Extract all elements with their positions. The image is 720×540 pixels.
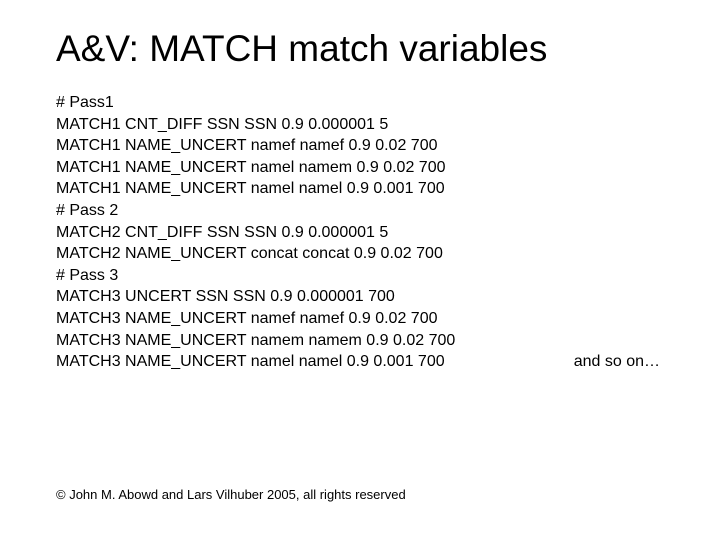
code-line: # Pass1 bbox=[56, 92, 680, 114]
code-line: MATCH3 UNCERT SSN SSN 0.9 0.000001 700 bbox=[56, 286, 680, 308]
last-row: MATCH3 NAME_UNCERT namel namel 0.9 0.001… bbox=[56, 351, 680, 373]
code-line: MATCH1 NAME_UNCERT namel namem 0.9 0.02 … bbox=[56, 157, 680, 179]
code-line: MATCH1 NAME_UNCERT namef namef 0.9 0.02 … bbox=[56, 135, 680, 157]
code-line: MATCH3 NAME_UNCERT namem namem 0.9 0.02 … bbox=[56, 330, 680, 352]
code-line: MATCH1 CNT_DIFF SSN SSN 0.9 0.000001 5 bbox=[56, 114, 680, 136]
copyright-footer: © John M. Abowd and Lars Vilhuber 2005, … bbox=[56, 487, 406, 502]
code-line: MATCH3 NAME_UNCERT namef namef 0.9 0.02 … bbox=[56, 308, 680, 330]
code-line: MATCH2 NAME_UNCERT concat concat 0.9 0.0… bbox=[56, 243, 680, 265]
slide: A&V: MATCH match variables # Pass1 MATCH… bbox=[0, 0, 720, 540]
slide-title: A&V: MATCH match variables bbox=[56, 28, 680, 70]
code-line: # Pass 3 bbox=[56, 265, 680, 287]
code-line: MATCH1 NAME_UNCERT namel namel 0.9 0.001… bbox=[56, 178, 680, 200]
code-line: # Pass 2 bbox=[56, 200, 680, 222]
code-line: MATCH3 NAME_UNCERT namel namel 0.9 0.001… bbox=[56, 351, 445, 373]
code-block: # Pass1 MATCH1 CNT_DIFF SSN SSN 0.9 0.00… bbox=[56, 92, 680, 373]
continuation-note: and so on… bbox=[574, 351, 680, 373]
code-line: MATCH2 CNT_DIFF SSN SSN 0.9 0.000001 5 bbox=[56, 222, 680, 244]
